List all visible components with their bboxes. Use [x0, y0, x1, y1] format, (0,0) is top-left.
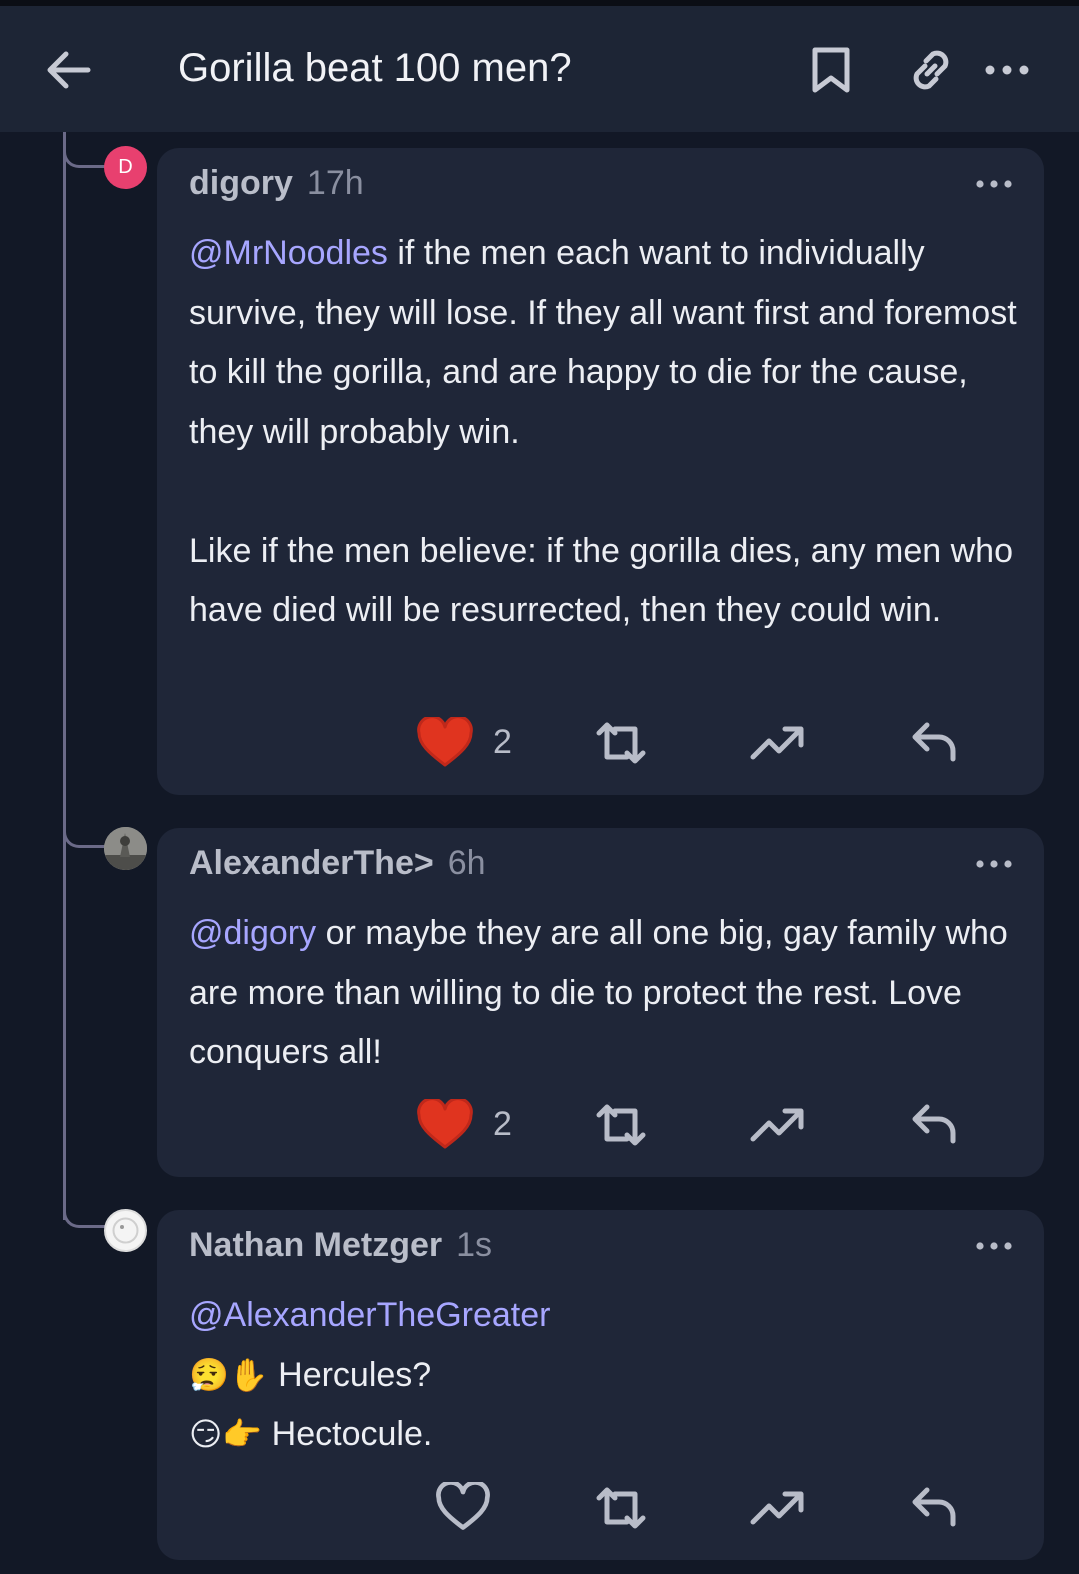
trending-button[interactable] [749, 713, 807, 773]
heart-icon [417, 717, 473, 767]
timestamp: 17h [306, 164, 364, 202]
emoji-smirk-point: 😏👉 [189, 1415, 263, 1453]
link-icon [913, 50, 949, 90]
action-bar [157, 1478, 1044, 1538]
comment-card: Nathan Metzger 1s @AlexanderTheGreater 😮‍… [157, 1210, 1044, 1560]
author-name[interactable]: Nathan Metzger [189, 1226, 442, 1264]
comment-card: digory 17h @MrNoodles if the men each wan… [157, 148, 1044, 795]
comment-text: @MrNoodles if the men each want to indiv… [189, 224, 1019, 641]
repost-button[interactable] [593, 713, 649, 773]
avatar-letter: D [118, 156, 133, 178]
reply-button[interactable] [909, 1095, 959, 1155]
like-button[interactable]: 2 [415, 713, 545, 773]
comment-meta: digory 17h [189, 164, 364, 203]
back-button[interactable] [40, 42, 96, 98]
reply-icon [912, 1104, 956, 1144]
repost-button[interactable] [593, 1095, 649, 1155]
comment-meta: Nathan Metzger 1s [189, 1226, 492, 1265]
bookmark-button[interactable] [803, 42, 859, 98]
comment-more-button[interactable] [974, 170, 1014, 198]
avatar[interactable] [104, 827, 147, 870]
comment-meta: AlexanderThe> 6h [189, 844, 486, 883]
avatar[interactable]: D [104, 146, 147, 189]
more-options-button[interactable] [980, 42, 1036, 98]
timestamp: 1s [456, 1226, 493, 1264]
reply-icon [912, 1487, 956, 1527]
action-bar: 2 [157, 713, 1044, 773]
repost-icon [596, 722, 646, 764]
comment-more-button[interactable] [974, 850, 1014, 878]
heart-icon [417, 1099, 473, 1149]
comment-line: Hectocule. [271, 1415, 433, 1453]
author-name[interactable]: digory [189, 164, 293, 202]
trending-icon [750, 1491, 804, 1525]
comment-text: @digory or maybe they are all one big, g… [189, 904, 1019, 1083]
author-name[interactable]: AlexanderThe> [189, 844, 434, 882]
comment-card: AlexanderThe> 6h @digory or maybe they ar… [157, 828, 1044, 1177]
more-icon [985, 65, 1029, 75]
more-icon [976, 1242, 1012, 1250]
comment-text: @AlexanderTheGreater 😮‍💨✋ Hercules? 😏👉 H… [189, 1286, 1019, 1465]
like-button[interactable]: 2 [415, 1095, 545, 1155]
comment-more-button[interactable] [974, 1232, 1014, 1260]
thread-branch [63, 1210, 105, 1228]
trending-icon [750, 726, 804, 760]
thread-branch [63, 830, 105, 848]
copy-link-button[interactable] [903, 42, 959, 98]
heart-outline-icon [436, 1482, 490, 1530]
more-icon [976, 180, 1012, 188]
mention-link[interactable]: @digory [189, 914, 316, 952]
thread-line [63, 132, 66, 1220]
avatar-image [112, 1217, 139, 1244]
action-bar: 2 [157, 1095, 1044, 1155]
header-bar: Gorilla beat 100 men? [0, 6, 1079, 132]
like-count: 2 [493, 1105, 512, 1143]
bookmark-icon [812, 47, 850, 93]
avatar[interactable] [104, 1209, 147, 1252]
repost-icon [596, 1487, 646, 1529]
mention-link[interactable]: @MrNoodles [189, 234, 388, 272]
back-arrow-icon [47, 51, 91, 89]
thread-branch [63, 150, 105, 168]
repost-icon [596, 1104, 646, 1146]
reply-button[interactable] [909, 1478, 959, 1538]
like-button[interactable] [435, 1478, 491, 1538]
trending-icon [750, 1108, 804, 1142]
avatar-image [104, 827, 147, 870]
comment-line: Hercules? [278, 1355, 432, 1394]
trending-button[interactable] [749, 1095, 807, 1155]
trending-button[interactable] [749, 1478, 807, 1538]
mention-link[interactable]: @AlexanderTheGreater [189, 1296, 550, 1334]
repost-button[interactable] [593, 1478, 649, 1538]
like-count: 2 [493, 723, 512, 761]
reply-button[interactable] [909, 713, 959, 773]
emoji-exhale-hand: 😮‍💨✋ [189, 1355, 269, 1394]
more-icon [976, 860, 1012, 868]
reply-icon [912, 722, 956, 762]
page-title: Gorilla beat 100 men? [178, 46, 572, 90]
timestamp: 6h [447, 844, 486, 882]
comment-paragraph: Like if the men believe: if the gorilla … [189, 531, 1014, 630]
